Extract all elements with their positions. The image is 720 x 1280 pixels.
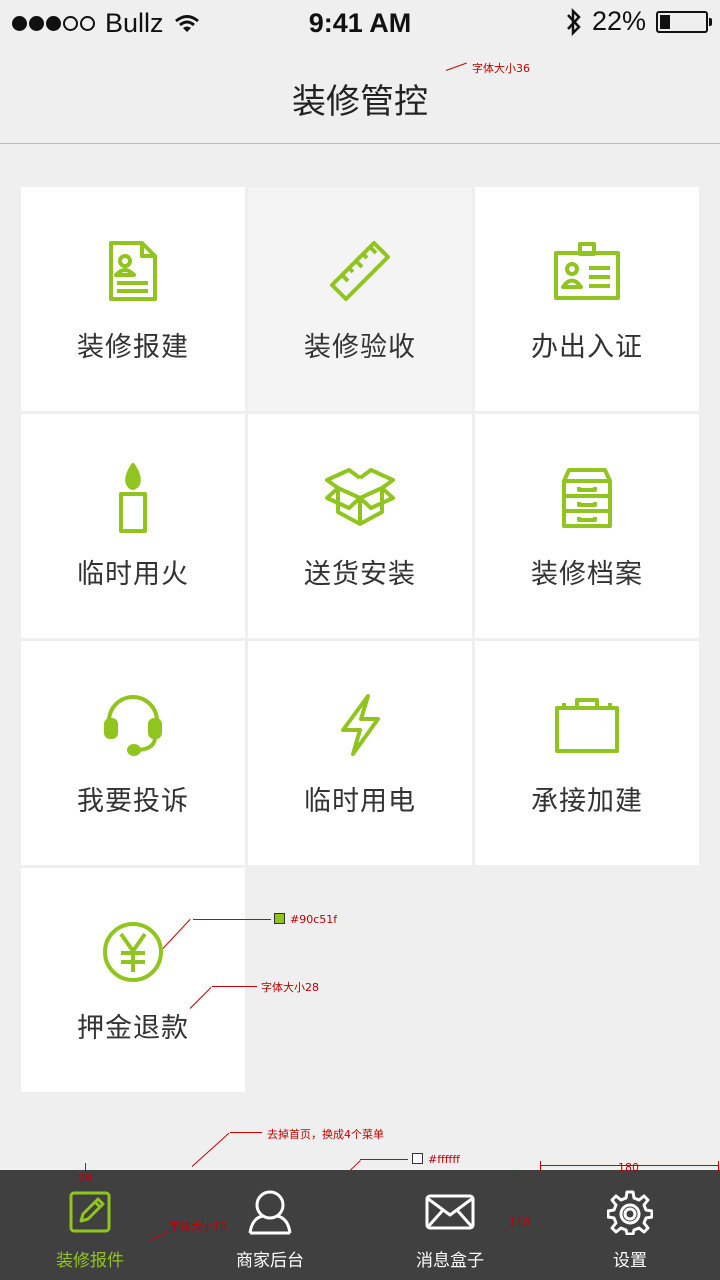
id-badge-icon (554, 242, 620, 300)
open-box-icon (325, 468, 395, 526)
briefcase-icon (555, 698, 619, 753)
grid-item-extension-build[interactable]: 承接加建 (475, 641, 699, 865)
file-cabinet-icon (562, 468, 612, 528)
grid-item-access-pass[interactable]: 办出入证 (475, 187, 699, 411)
tab-label: 设置 (613, 1251, 647, 1271)
document-user-icon (109, 241, 157, 301)
grid-item-label: 承接加建 (531, 786, 643, 817)
annotation-line (193, 919, 271, 920)
candle-icon (119, 463, 147, 533)
user-icon (248, 1190, 292, 1235)
lightning-icon (341, 694, 380, 756)
grid-item-complaint[interactable]: 我要投诉 (21, 641, 245, 865)
grid-item-renovation-application[interactable]: 装修报建 (21, 187, 245, 411)
battery-percent: 22% (591, 6, 646, 36)
nav-bar: 装修管控 (0, 48, 720, 144)
service-grid: 装修报建 装修验收 办出入证 临时用火 送货安装 装修档案 我要投诉 临时用电 … (21, 187, 699, 1092)
battery-icon (656, 10, 712, 33)
tab-bar: 装修报件 商家后台 消息盒子 设置 (0, 1170, 720, 1280)
annotation-tab-font: 字体大小18 (169, 1220, 227, 1233)
annotation-menu-note: 去掉首页，换成4个菜单 (267, 1128, 384, 1141)
bluetooth-icon (567, 7, 581, 36)
annotation-tab-width: 180 (618, 1161, 639, 1174)
grid-item-temporary-power[interactable]: 临时用电 (248, 641, 472, 865)
annotation-line (230, 1132, 262, 1133)
gear-icon (607, 1190, 653, 1235)
grid-item-label: 临时用电 (304, 786, 416, 817)
tab-renovation-report[interactable]: 装修报件 (0, 1170, 180, 1280)
edit-icon (69, 1191, 111, 1233)
grid-item-label: 我要投诉 (77, 786, 189, 817)
grid-item-renovation-inspection[interactable]: 装修验收 (248, 187, 472, 411)
tab-settings[interactable]: 设置 (540, 1170, 720, 1280)
annotation-line (360, 1159, 408, 1160)
ruler-icon (330, 241, 390, 301)
grid-item-label: 押金退款 (77, 1013, 189, 1044)
headset-icon (104, 695, 162, 756)
grid-item-label: 办出入证 (531, 332, 643, 363)
grid-item-label: 临时用火 (77, 559, 189, 590)
color-swatch (274, 913, 285, 924)
tab-label: 商家后台 (236, 1251, 304, 1271)
grid-item-deposit-refund[interactable]: 押金退款 (21, 868, 245, 1092)
tab-label: 消息盒子 (416, 1251, 484, 1271)
annotation-icon-color: #90c51f (274, 913, 337, 926)
annotation-line (212, 986, 257, 987)
grid-item-label: 装修验收 (304, 332, 416, 363)
annotation-label-font: 字体大小28 (261, 981, 319, 994)
mail-icon (425, 1194, 475, 1230)
annotation-line (191, 1132, 230, 1167)
annotation-tab-padding: 20 (78, 1172, 92, 1185)
grid-item-label: 装修报建 (77, 332, 189, 363)
tab-label: 装修报件 (56, 1251, 124, 1271)
annotation-tab-color: #ffffff (412, 1153, 460, 1166)
yen-coin-icon (103, 922, 163, 982)
annotation-tab-height: 110 (509, 1216, 530, 1229)
annotation-line (540, 1161, 541, 1171)
grid-item-delivery-install[interactable]: 送货安装 (248, 414, 472, 638)
grid-item-renovation-archive[interactable]: 装修档案 (475, 414, 699, 638)
grid-item-temporary-fire[interactable]: 临时用火 (21, 414, 245, 638)
status-bar: Bullz 9:41 AM 22% (0, 0, 720, 48)
page-title: 装修管控 (292, 82, 428, 122)
grid-item-label: 装修档案 (531, 559, 643, 590)
grid-item-label: 送货安装 (304, 559, 416, 590)
color-swatch (412, 1153, 423, 1164)
annotation-title-font: 字体大小36 (472, 62, 530, 75)
status-right: 22% (566, 6, 712, 37)
annotation-line (718, 1161, 719, 1171)
